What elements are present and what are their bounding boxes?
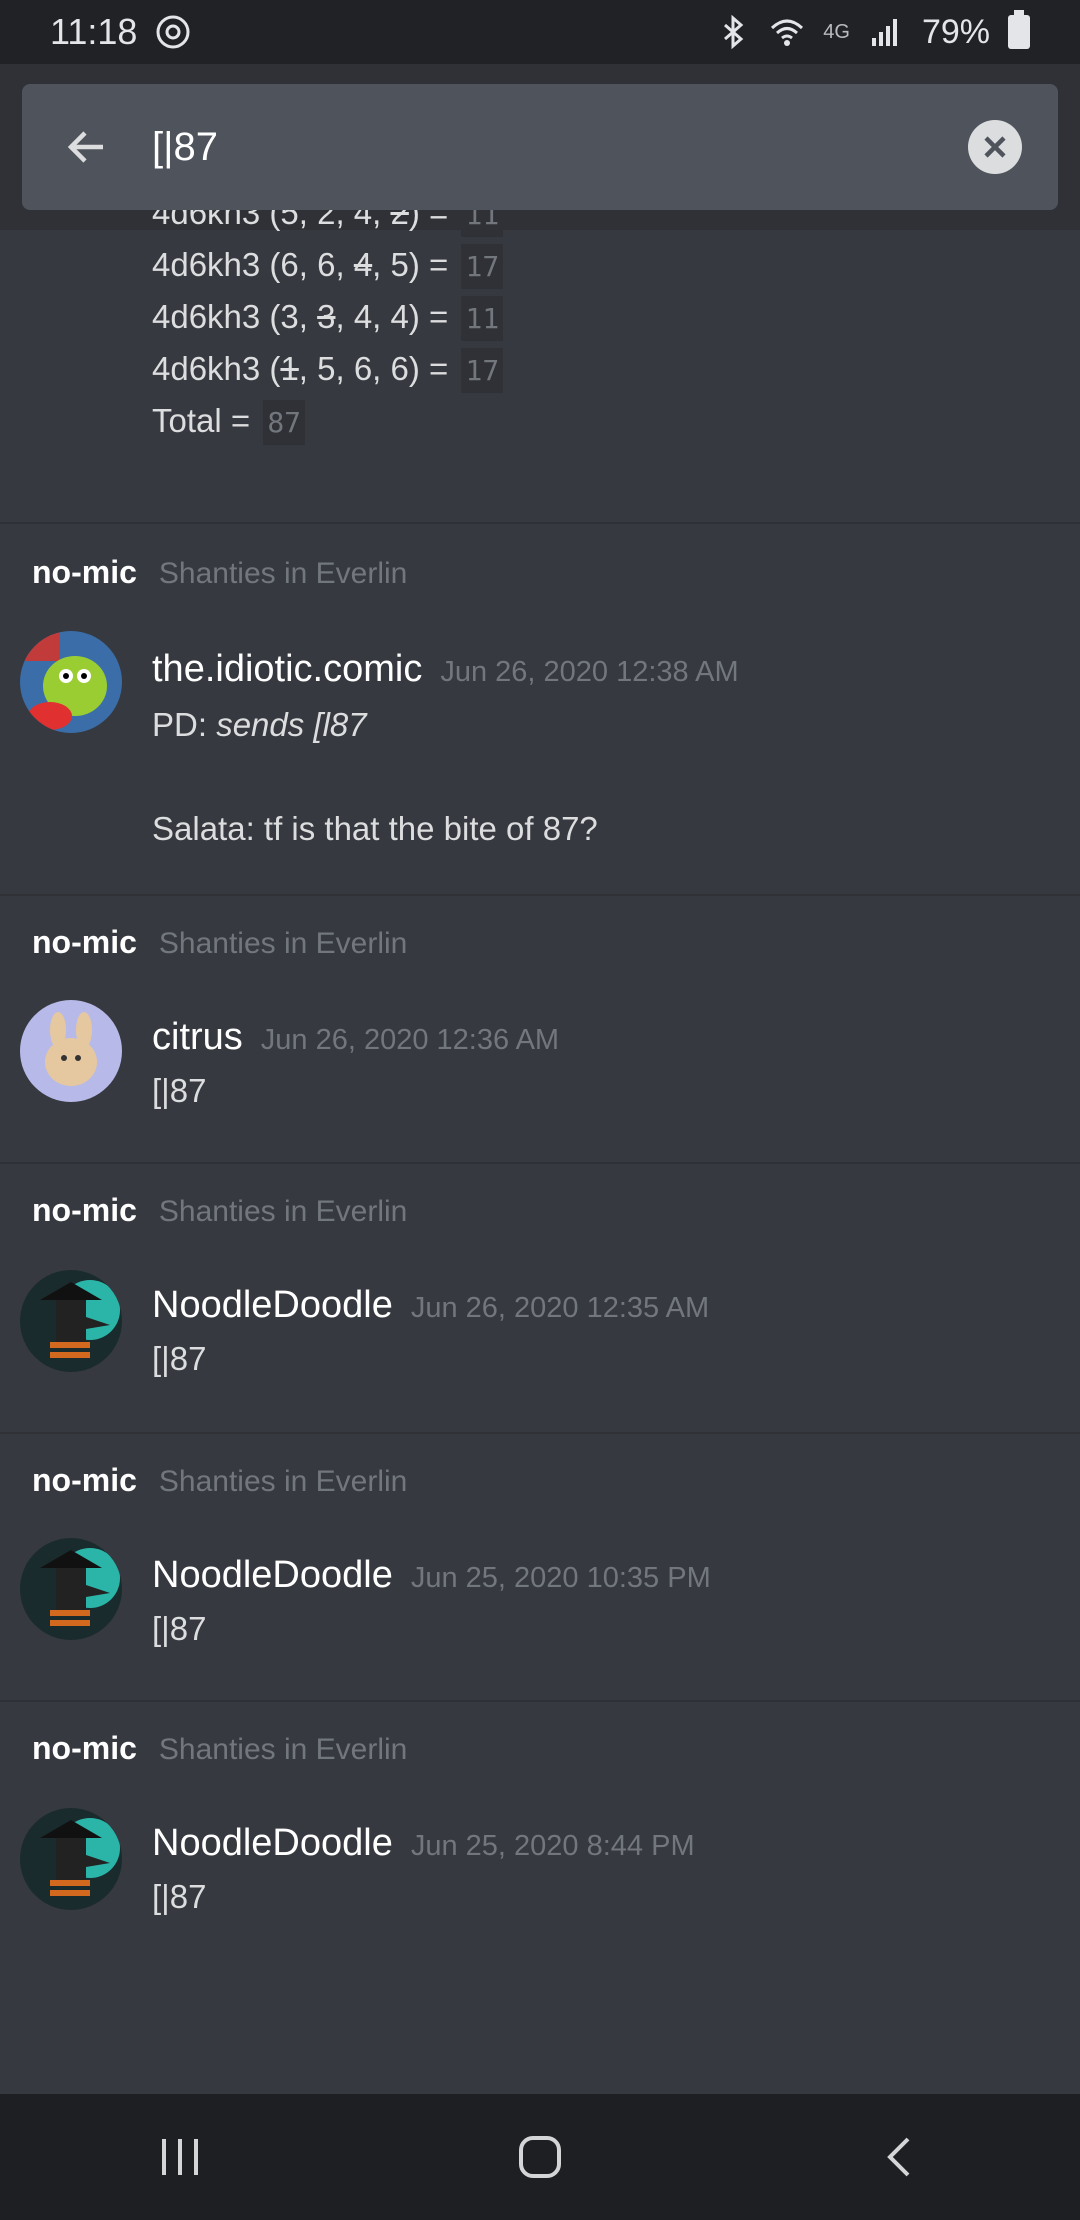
result-fragment[interactable]: 4d6kh3 (5, 2, 4, 2) = 11 4d6kh3 (6, 6, 4… <box>0 210 1080 524</box>
status-time-group: 11:18 <box>50 11 191 53</box>
avatar[interactable] <box>20 1808 122 1910</box>
guild-name: Shanties in Everlin <box>158 1733 408 1766</box>
timestamp: Jun 25, 2020 8:44 PM <box>410 1830 695 1862</box>
dice-result: 17 <box>461 244 504 289</box>
avatar[interactable] <box>20 1000 122 1102</box>
at-sign-icon <box>156 15 190 49</box>
message-text: [|87 <box>152 1072 207 1109</box>
search-result-item[interactable]: no-mic Shanties in Everlin citrus Jun 26… <box>0 896 1080 1164</box>
frog-avatar-icon <box>20 631 122 733</box>
avatar[interactable] <box>20 1270 122 1372</box>
status-bar: 11:18 4G 79% <box>0 0 1080 64</box>
system-nav-bar <box>0 2094 1080 2220</box>
avatar[interactable] <box>20 1538 122 1640</box>
message-header: the.idiotic.comic Jun 26, 2020 12:38 AM <box>152 648 739 691</box>
back-button[interactable] <box>22 84 152 210</box>
guild-name: Shanties in Everlin <box>158 1465 408 1498</box>
search-bar <box>22 84 1058 210</box>
result-channel-row: no-mic Shanties in Everlin <box>32 554 407 591</box>
channel-name: no-mic <box>32 1192 137 1228</box>
plague-doctor-avatar-icon <box>20 1538 122 1640</box>
message-text: [|87 <box>152 1878 207 1915</box>
bluetooth-icon <box>724 14 744 50</box>
message-text: [|87 <box>152 1340 207 1377</box>
arrow-left-icon <box>67 131 103 163</box>
channel-name: no-mic <box>32 924 137 960</box>
author-name[interactable]: citrus <box>152 1016 243 1059</box>
message-text: [|87 <box>152 1610 207 1647</box>
chevron-left-icon <box>887 2137 910 2177</box>
dice-total: 87 <box>263 400 306 445</box>
search-result-item[interactable]: no-mic Shanties in Everlin NoodleDoodle … <box>0 1164 1080 1434</box>
system-back-button[interactable] <box>840 2107 960 2207</box>
battery-icon <box>1008 10 1030 49</box>
plague-doctor-avatar-icon <box>20 1270 122 1372</box>
avatar[interactable] <box>20 631 122 733</box>
search-results[interactable]: 4d6kh3 (5, 2, 4, 2) = 11 4d6kh3 (6, 6, 4… <box>0 210 1080 2094</box>
dice-result: 11 <box>461 296 504 341</box>
recent-apps-button[interactable] <box>120 2107 240 2207</box>
result-channel-row: no-mic Shanties in Everlin <box>32 1192 407 1229</box>
network-type: 4G <box>823 20 850 43</box>
dice-line: 4d6kh3 (3, 3, 4, 4) = 11 <box>152 296 504 341</box>
home-button[interactable] <box>480 2107 600 2207</box>
dice-line: 4d6kh3 (6, 6, 4, 5) = 17 <box>152 244 504 289</box>
message-header: NoodleDoodle Jun 26, 2020 12:35 AM <box>152 1284 709 1327</box>
channel-name: no-mic <box>32 1730 137 1766</box>
channel-name: no-mic <box>32 1462 137 1498</box>
status-right-group: 4G 79% <box>715 10 1030 52</box>
bunny-avatar-icon <box>20 1000 122 1102</box>
dice-result: 11 <box>461 210 504 237</box>
timestamp: Jun 26, 2020 12:38 AM <box>440 656 739 688</box>
dice-result: 17 <box>461 348 504 393</box>
home-icon <box>519 2136 561 2178</box>
message-header: citrus Jun 26, 2020 12:36 AM <box>152 1016 559 1059</box>
author-name[interactable]: NoodleDoodle <box>152 1822 393 1865</box>
author-name[interactable]: NoodleDoodle <box>152 1284 393 1327</box>
result-channel-row: no-mic Shanties in Everlin <box>32 924 407 961</box>
status-time: 11:18 <box>50 11 138 52</box>
dice-total-line: Total = 87 <box>152 400 306 445</box>
timestamp: Jun 26, 2020 12:36 AM <box>260 1024 560 1056</box>
timestamp: Jun 25, 2020 10:35 PM <box>410 1562 711 1594</box>
result-channel-row: no-mic Shanties in Everlin <box>32 1730 407 1767</box>
author-name[interactable]: NoodleDoodle <box>152 1554 393 1597</box>
guild-name: Shanties in Everlin <box>158 557 408 590</box>
battery-percent: 79% <box>921 12 990 51</box>
search-input[interactable] <box>152 124 968 170</box>
guild-name: Shanties in Everlin <box>158 1195 408 1228</box>
channel-name: no-mic <box>32 554 137 590</box>
recent-apps-icon <box>162 2139 198 2175</box>
dice-line: 4d6kh3 (1, 5, 6, 6) = 17 <box>152 348 504 393</box>
plague-doctor-avatar-icon <box>20 1808 122 1910</box>
wifi-icon <box>771 19 804 46</box>
clear-search-button[interactable] <box>968 120 1022 174</box>
dice-line: 4d6kh3 (5, 2, 4, 2) = 11 <box>152 210 504 237</box>
message-header: NoodleDoodle Jun 25, 2020 8:44 PM <box>152 1822 695 1865</box>
search-result-item[interactable]: no-mic Shanties in Everlin NoodleDoodle … <box>0 1702 1080 1992</box>
search-result-item[interactable]: no-mic Shanties in Everlin the.idiotic.c… <box>0 526 1080 896</box>
guild-name: Shanties in Everlin <box>158 927 408 960</box>
message-header: NoodleDoodle Jun 25, 2020 10:35 PM <box>152 1554 711 1597</box>
result-channel-row: no-mic Shanties in Everlin <box>32 1462 407 1499</box>
message-text: PD: sends [l87 <box>152 706 367 743</box>
signal-icon <box>871 19 897 46</box>
timestamp: Jun 26, 2020 12:35 AM <box>410 1292 710 1324</box>
search-result-item[interactable]: no-mic Shanties in Everlin NoodleDoodle … <box>0 1434 1080 1702</box>
author-name[interactable]: the.idiotic.comic <box>152 648 422 691</box>
close-icon <box>984 136 1006 158</box>
message-text: Salata: tf is that the bite of 87? <box>152 810 598 847</box>
